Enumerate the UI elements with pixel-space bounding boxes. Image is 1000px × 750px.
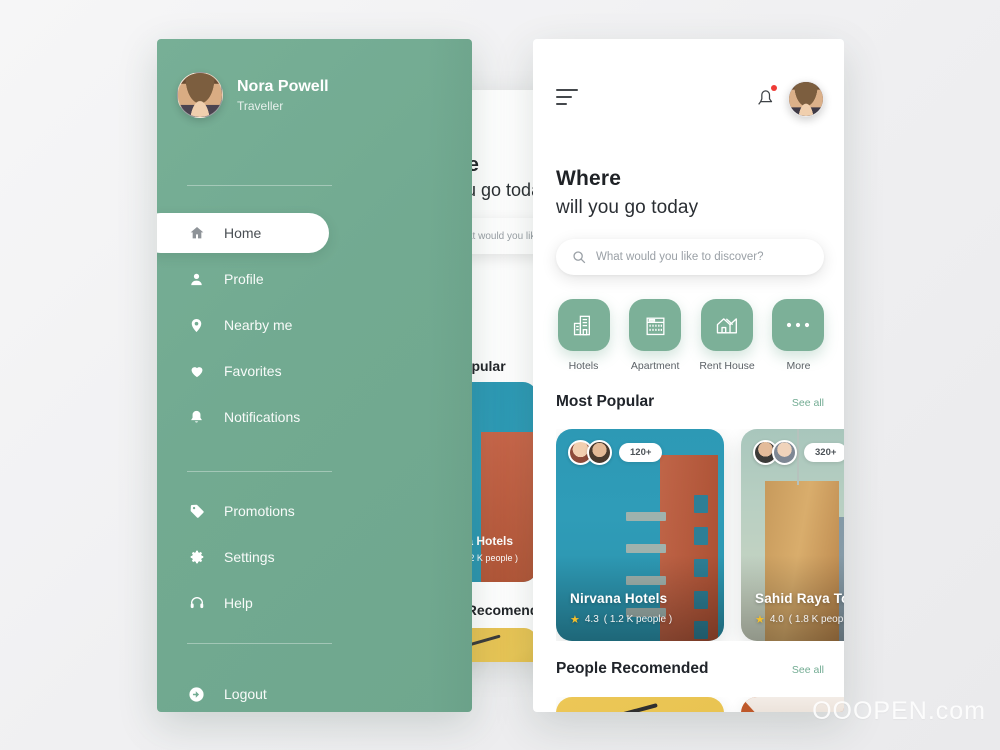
popular-card-nirvana-hotels[interactable]: 120+ Nirvana Hotels ★ 4.3 ( 1.2 K people… <box>556 429 724 641</box>
ellipsis-icon <box>787 322 810 328</box>
see-all-link[interactable]: See all <box>792 397 824 409</box>
bell-icon <box>188 409 205 425</box>
sidebar-item-label: Logout <box>224 686 267 702</box>
avatar <box>177 72 223 118</box>
section-header-people-recomended: People Recomended See all <box>556 660 824 678</box>
apartment-icon <box>646 317 665 335</box>
sidebar-item-logout[interactable]: Logout <box>157 674 472 712</box>
page-subtitle: will you go today <box>556 197 699 218</box>
logout-arrow-icon <box>188 686 205 703</box>
headset-icon <box>188 595 205 611</box>
bell-icon[interactable] <box>756 85 777 109</box>
people-count-badge: 120+ <box>619 443 663 462</box>
sidebar-item-label: Profile <box>224 271 264 287</box>
house-roof-icon <box>716 318 737 334</box>
sidebar-item-settings[interactable]: Settings <box>157 537 472 577</box>
avatar[interactable] <box>788 81 824 117</box>
divider <box>187 643 332 644</box>
screenshot-canvas: rong Lar Kasih Jl. Jl. Rw Nearby Maria H… <box>0 0 1000 750</box>
category-label: Rent House <box>699 360 755 372</box>
sidebar-item-promotions[interactable]: Promotions <box>157 491 472 531</box>
people-card-yellow-house[interactable] <box>556 697 724 712</box>
watermark: OOOPEN.com <box>812 697 986 725</box>
sidebar-item-label: Home <box>224 225 262 241</box>
popular-card-sahid-raya-tower[interactable]: 320+ Sahid Raya Tower ★ 4.0 ( 1.8 K peop… <box>741 429 844 641</box>
category-icon-box[interactable] <box>557 299 610 351</box>
popular-cards-row[interactable]: 120+ Nirvana Hotels ★ 4.3 ( 1.2 K people… <box>556 429 844 641</box>
page-title: Where <box>556 167 622 190</box>
profile-name: Nora Powell <box>237 77 329 95</box>
gear-icon <box>188 549 205 565</box>
category-icon-box[interactable] <box>629 299 682 351</box>
sidebar-item-label: Nearby me <box>224 317 293 333</box>
category-row: Hotels Apartment Rent House More <box>556 299 826 372</box>
people-cards-row[interactable] <box>556 697 844 712</box>
main-screen-panel[interactable]: Where will you go today What would you l… <box>533 39 844 712</box>
decor-line <box>612 703 658 712</box>
rating-value: 4.0 <box>769 614 784 625</box>
section-title: Most Popular <box>556 393 655 410</box>
category-label: Hotels <box>568 360 599 372</box>
section-header-most-popular: Most Popular See all <box>556 393 824 411</box>
profile-role: Traveller <box>237 99 284 114</box>
star-icon: ★ <box>570 614 580 626</box>
home-icon <box>188 225 205 241</box>
sidebar-item-label: Notifications <box>224 409 301 425</box>
category-item-rent-house[interactable]: Rent House <box>699 299 755 372</box>
card-title: Sahid Raya Tower <box>755 590 844 606</box>
sidebar-primary-menu: Home Profile Nearby me Favorites Notific… <box>157 213 472 437</box>
sidebar-secondary-menu: Promotions Settings Help <box>157 491 472 623</box>
card-rating: ★ 4.0 ( 1.8 K people ) <box>755 613 844 626</box>
avatar-stack[interactable]: 320+ <box>753 440 844 465</box>
user-icon <box>188 272 205 287</box>
avatar-stack[interactable]: 120+ <box>568 440 663 465</box>
section-title: People Recomended <box>556 660 709 677</box>
divider <box>187 185 332 186</box>
card-rating: ★ 4.3 ( 1.2 K people ) <box>570 613 672 626</box>
location-pin-icon <box>188 317 205 334</box>
sidebar-item-home[interactable]: Home <box>157 213 472 253</box>
tag-icon <box>188 503 205 519</box>
sidebar-logout-group: Logout <box>157 674 472 712</box>
search-placeholder-text: What would you like to discover? <box>596 251 764 263</box>
people-count-badge: 320+ <box>804 443 844 462</box>
sidebar-item-help[interactable]: Help <box>157 583 472 623</box>
search-icon <box>572 250 586 264</box>
category-icon-box[interactable] <box>700 299 753 351</box>
sidebar-item-notifications[interactable]: Notifications <box>157 397 472 437</box>
category-item-apartment[interactable]: Apartment <box>628 299 683 372</box>
sidebar-item-profile[interactable]: Profile <box>157 259 472 299</box>
rating-people: ( 1.2 K people ) <box>603 614 673 625</box>
category-item-hotels[interactable]: Hotels <box>556 299 611 372</box>
avatar <box>587 440 612 465</box>
category-icon-box[interactable] <box>772 299 825 351</box>
avatar <box>772 440 797 465</box>
sidebar-item-label: Favorites <box>224 363 282 379</box>
sidebar-item-label: Settings <box>224 549 275 565</box>
hotel-building-icon <box>573 315 590 335</box>
notification-badge <box>771 85 777 91</box>
sidebar-item-favorites[interactable]: Favorites <box>157 351 472 391</box>
sidebar-panel[interactable]: Nora Powell Traveller Home Profile Nearb… <box>157 39 472 712</box>
rating-people: ( 1.8 K people ) <box>788 614 844 625</box>
heart-icon <box>188 364 205 379</box>
sidebar-item-label: Help <box>224 595 253 611</box>
sidebar-item-label: Promotions <box>224 503 295 519</box>
category-label: Apartment <box>630 360 680 372</box>
category-label: More <box>786 360 811 372</box>
search-input[interactable]: What would you like to discover? <box>556 239 824 275</box>
star-icon: ★ <box>755 614 765 626</box>
rating-value: 4.3 <box>584 614 599 625</box>
see-all-link[interactable]: See all <box>792 664 824 676</box>
sidebar-profile[interactable]: Nora Powell Traveller <box>177 72 329 118</box>
category-item-more[interactable]: More <box>771 299 826 372</box>
card-title: Nirvana Hotels <box>570 590 668 606</box>
divider <box>187 471 332 472</box>
sidebar-item-nearby-me[interactable]: Nearby me <box>157 305 472 345</box>
hamburger-menu-icon[interactable] <box>556 89 578 110</box>
